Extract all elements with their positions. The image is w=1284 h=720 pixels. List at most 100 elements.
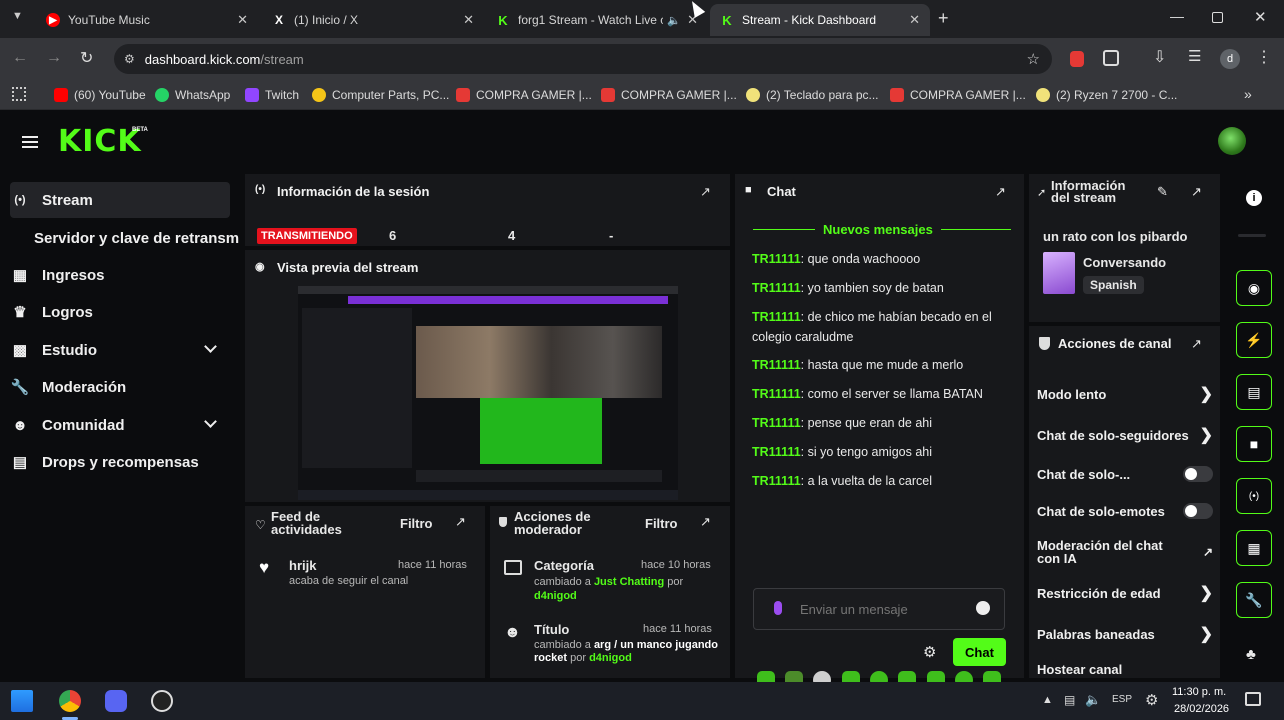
- new-tab-icon[interactable]: +: [938, 8, 949, 29]
- chat-message[interactable]: TR11111: a la vuelta de la carcel: [752, 471, 1014, 491]
- sidebar-item-drops[interactable]: ▤ Drops y recompensas: [12, 444, 199, 480]
- close-icon[interactable]: ✕: [463, 12, 474, 28]
- chat-message[interactable]: TR11111: de chico me habían becado en el…: [752, 307, 1014, 347]
- activity-user[interactable]: hrijk: [289, 558, 316, 573]
- action-chat-solo-subs[interactable]: Chat de solo-...: [1037, 464, 1213, 484]
- settings-gear-icon[interactable]: ⚙: [1145, 691, 1158, 709]
- avatar[interactable]: d: [1220, 49, 1240, 69]
- bookmark-item[interactable]: (60) YouTube: [54, 86, 146, 104]
- chevron-down-icon[interactable]: [204, 340, 217, 353]
- forward-icon[interactable]: →: [46, 49, 62, 67]
- close-icon[interactable]: ✕: [237, 12, 248, 28]
- layout-icon[interactable]: ♣: [1246, 646, 1256, 663]
- mod-user-link[interactable]: d4nigod: [534, 590, 577, 602]
- bookmark-item[interactable]: COMPRA GAMER |...: [601, 86, 737, 104]
- action-palabras-baneadas[interactable]: Palabras baneadas ❯: [1037, 624, 1213, 644]
- chat-username[interactable]: TR11111: [752, 281, 801, 295]
- emoji-picker-icon[interactable]: [976, 601, 990, 615]
- chat-message[interactable]: TR11111: pense que eran de ahi: [752, 413, 1014, 433]
- edit-pencil-icon[interactable]: ✎: [1157, 184, 1168, 200]
- clock-date[interactable]: 28/02/2026: [1174, 703, 1229, 715]
- rail-wrench-button[interactable]: 🔧: [1236, 582, 1272, 618]
- volume-icon[interactable]: 🔈: [1085, 692, 1101, 708]
- sidebar-item-server-key[interactable]: Servidor y clave de retransm: [34, 220, 239, 256]
- chat-username[interactable]: TR11111: [752, 310, 801, 324]
- tab-forg1-stream[interactable]: K forg1 Stream - Watch Live c 🔈 ✕: [486, 4, 708, 36]
- action-restriccion-edad[interactable]: Restricción de edad ❯: [1037, 583, 1213, 603]
- clock-time[interactable]: 11:30 p. m.: [1172, 686, 1226, 698]
- chevron-up-icon[interactable]: ▲: [1042, 694, 1053, 706]
- popout-icon[interactable]: ↗: [1191, 336, 1202, 352]
- download-icon[interactable]: ⇩: [1153, 47, 1166, 67]
- chat-username[interactable]: TR11111: [752, 445, 801, 459]
- tab-youtube-music[interactable]: ▶ YouTube Music ✕: [36, 4, 258, 36]
- chat-send-button[interactable]: Chat: [953, 638, 1006, 666]
- rail-notes-button[interactable]: ▤: [1236, 374, 1272, 410]
- popout-icon[interactable]: ↗: [700, 184, 711, 200]
- sidebar-item-moderacion[interactable]: 🔧 Moderación: [11, 369, 127, 405]
- maximize-icon[interactable]: [1212, 12, 1223, 23]
- popout-icon[interactable]: ↗: [995, 184, 1006, 200]
- rail-chat-button[interactable]: ■: [1236, 426, 1272, 462]
- obs-icon[interactable]: [151, 690, 173, 712]
- chat-message[interactable]: TR11111: como el server se llama BATAN: [752, 384, 1014, 404]
- rail-preview-button[interactable]: ◉: [1236, 270, 1272, 306]
- sidebar-item-logros[interactable]: ♛ Logros: [12, 294, 93, 330]
- sidebar-item-comunidad[interactable]: ☻ Comunidad: [12, 407, 124, 443]
- bookmark-item[interactable]: COMPRA GAMER |...: [456, 86, 592, 104]
- mod-user-link[interactable]: d4nigod: [589, 652, 632, 664]
- reload-icon[interactable]: ↻: [80, 48, 93, 68]
- toggle-switch[interactable]: [1183, 503, 1213, 519]
- bookmark-item[interactable]: (2) Teclado para pc...: [746, 86, 879, 104]
- filter-button[interactable]: Filtro: [645, 516, 678, 531]
- rail-mod-button[interactable]: ▦: [1236, 530, 1272, 566]
- menu-kebab-icon[interactable]: ⋮: [1256, 47, 1272, 67]
- minimize-icon[interactable]: —: [1170, 8, 1184, 24]
- bookmark-star-icon[interactable]: ☆: [1027, 50, 1040, 68]
- tab-kick-dashboard[interactable]: K Stream - Kick Dashboard ✕: [710, 4, 930, 36]
- popout-icon[interactable]: ↗: [700, 514, 711, 530]
- stream-preview-video[interactable]: [298, 286, 678, 500]
- bookmark-item[interactable]: WhatsApp: [155, 86, 230, 104]
- back-icon[interactable]: ←: [12, 49, 28, 67]
- apps-grid-icon[interactable]: [12, 87, 26, 101]
- chat-message[interactable]: TR11111: si yo tengo amigos ahi: [752, 442, 1014, 462]
- action-chat-solo-emotes[interactable]: Chat de solo-emotes: [1037, 501, 1213, 521]
- speaker-icon[interactable]: 🔈: [667, 14, 681, 27]
- chat-username[interactable]: TR11111: [752, 252, 801, 266]
- action-modo-lento[interactable]: Modo lento ❯: [1037, 384, 1213, 404]
- bookmark-item[interactable]: Computer Parts, PC...: [312, 86, 449, 104]
- media-control-icon[interactable]: ☰: [1188, 47, 1201, 65]
- sidebar-item-estudio[interactable]: ▩ Estudio: [12, 332, 97, 368]
- chat-message[interactable]: TR11111: que onda wachoooo: [752, 249, 1014, 269]
- chat-message[interactable]: TR11111: yo tambien soy de batan: [752, 278, 1014, 298]
- rail-quick-actions-button[interactable]: ⚡: [1236, 322, 1272, 358]
- chat-username[interactable]: TR11111: [752, 387, 801, 401]
- popout-icon[interactable]: ↗: [1191, 184, 1202, 200]
- action-chat-solo-seguidores[interactable]: Chat de solo-seguidores ❯: [1037, 425, 1213, 445]
- rail-broadcast-button[interactable]: (•): [1236, 478, 1272, 514]
- bookmark-item[interactable]: (2) Ryzen 7 2700 - C...: [1036, 86, 1177, 104]
- action-moderacion-ia[interactable]: Moderación del chat con IA ↗: [1037, 538, 1213, 566]
- hamburger-menu-icon[interactable]: [22, 136, 38, 148]
- popout-icon[interactable]: ↗: [455, 514, 466, 530]
- info-icon[interactable]: i: [1246, 190, 1262, 206]
- network-icon[interactable]: ▤: [1064, 693, 1075, 707]
- sidebar-item-stream[interactable]: (•) Stream: [12, 182, 92, 218]
- extensions-icon[interactable]: [1103, 50, 1119, 66]
- close-icon[interactable]: ✕: [909, 12, 920, 28]
- windows-start-icon[interactable]: [11, 690, 33, 712]
- chat-message[interactable]: TR11111: hasta que me mude a merlo: [752, 355, 1014, 375]
- chat-username[interactable]: TR11111: [752, 416, 801, 430]
- chat-input[interactable]: [753, 588, 1005, 630]
- language-indicator[interactable]: ESP: [1112, 694, 1132, 705]
- bookmark-item[interactable]: Twitch: [245, 86, 299, 104]
- chat-settings-icon[interactable]: ⚙: [923, 643, 936, 661]
- more-bookmarks-icon[interactable]: »: [1244, 86, 1252, 102]
- notification-icon[interactable]: [1245, 692, 1261, 706]
- chat-message-field[interactable]: [800, 599, 970, 619]
- close-window-icon[interactable]: ✕: [1254, 8, 1267, 26]
- chrome-icon[interactable]: [59, 690, 81, 712]
- user-avatar[interactable]: [1218, 127, 1246, 155]
- toggle-switch[interactable]: [1183, 466, 1213, 482]
